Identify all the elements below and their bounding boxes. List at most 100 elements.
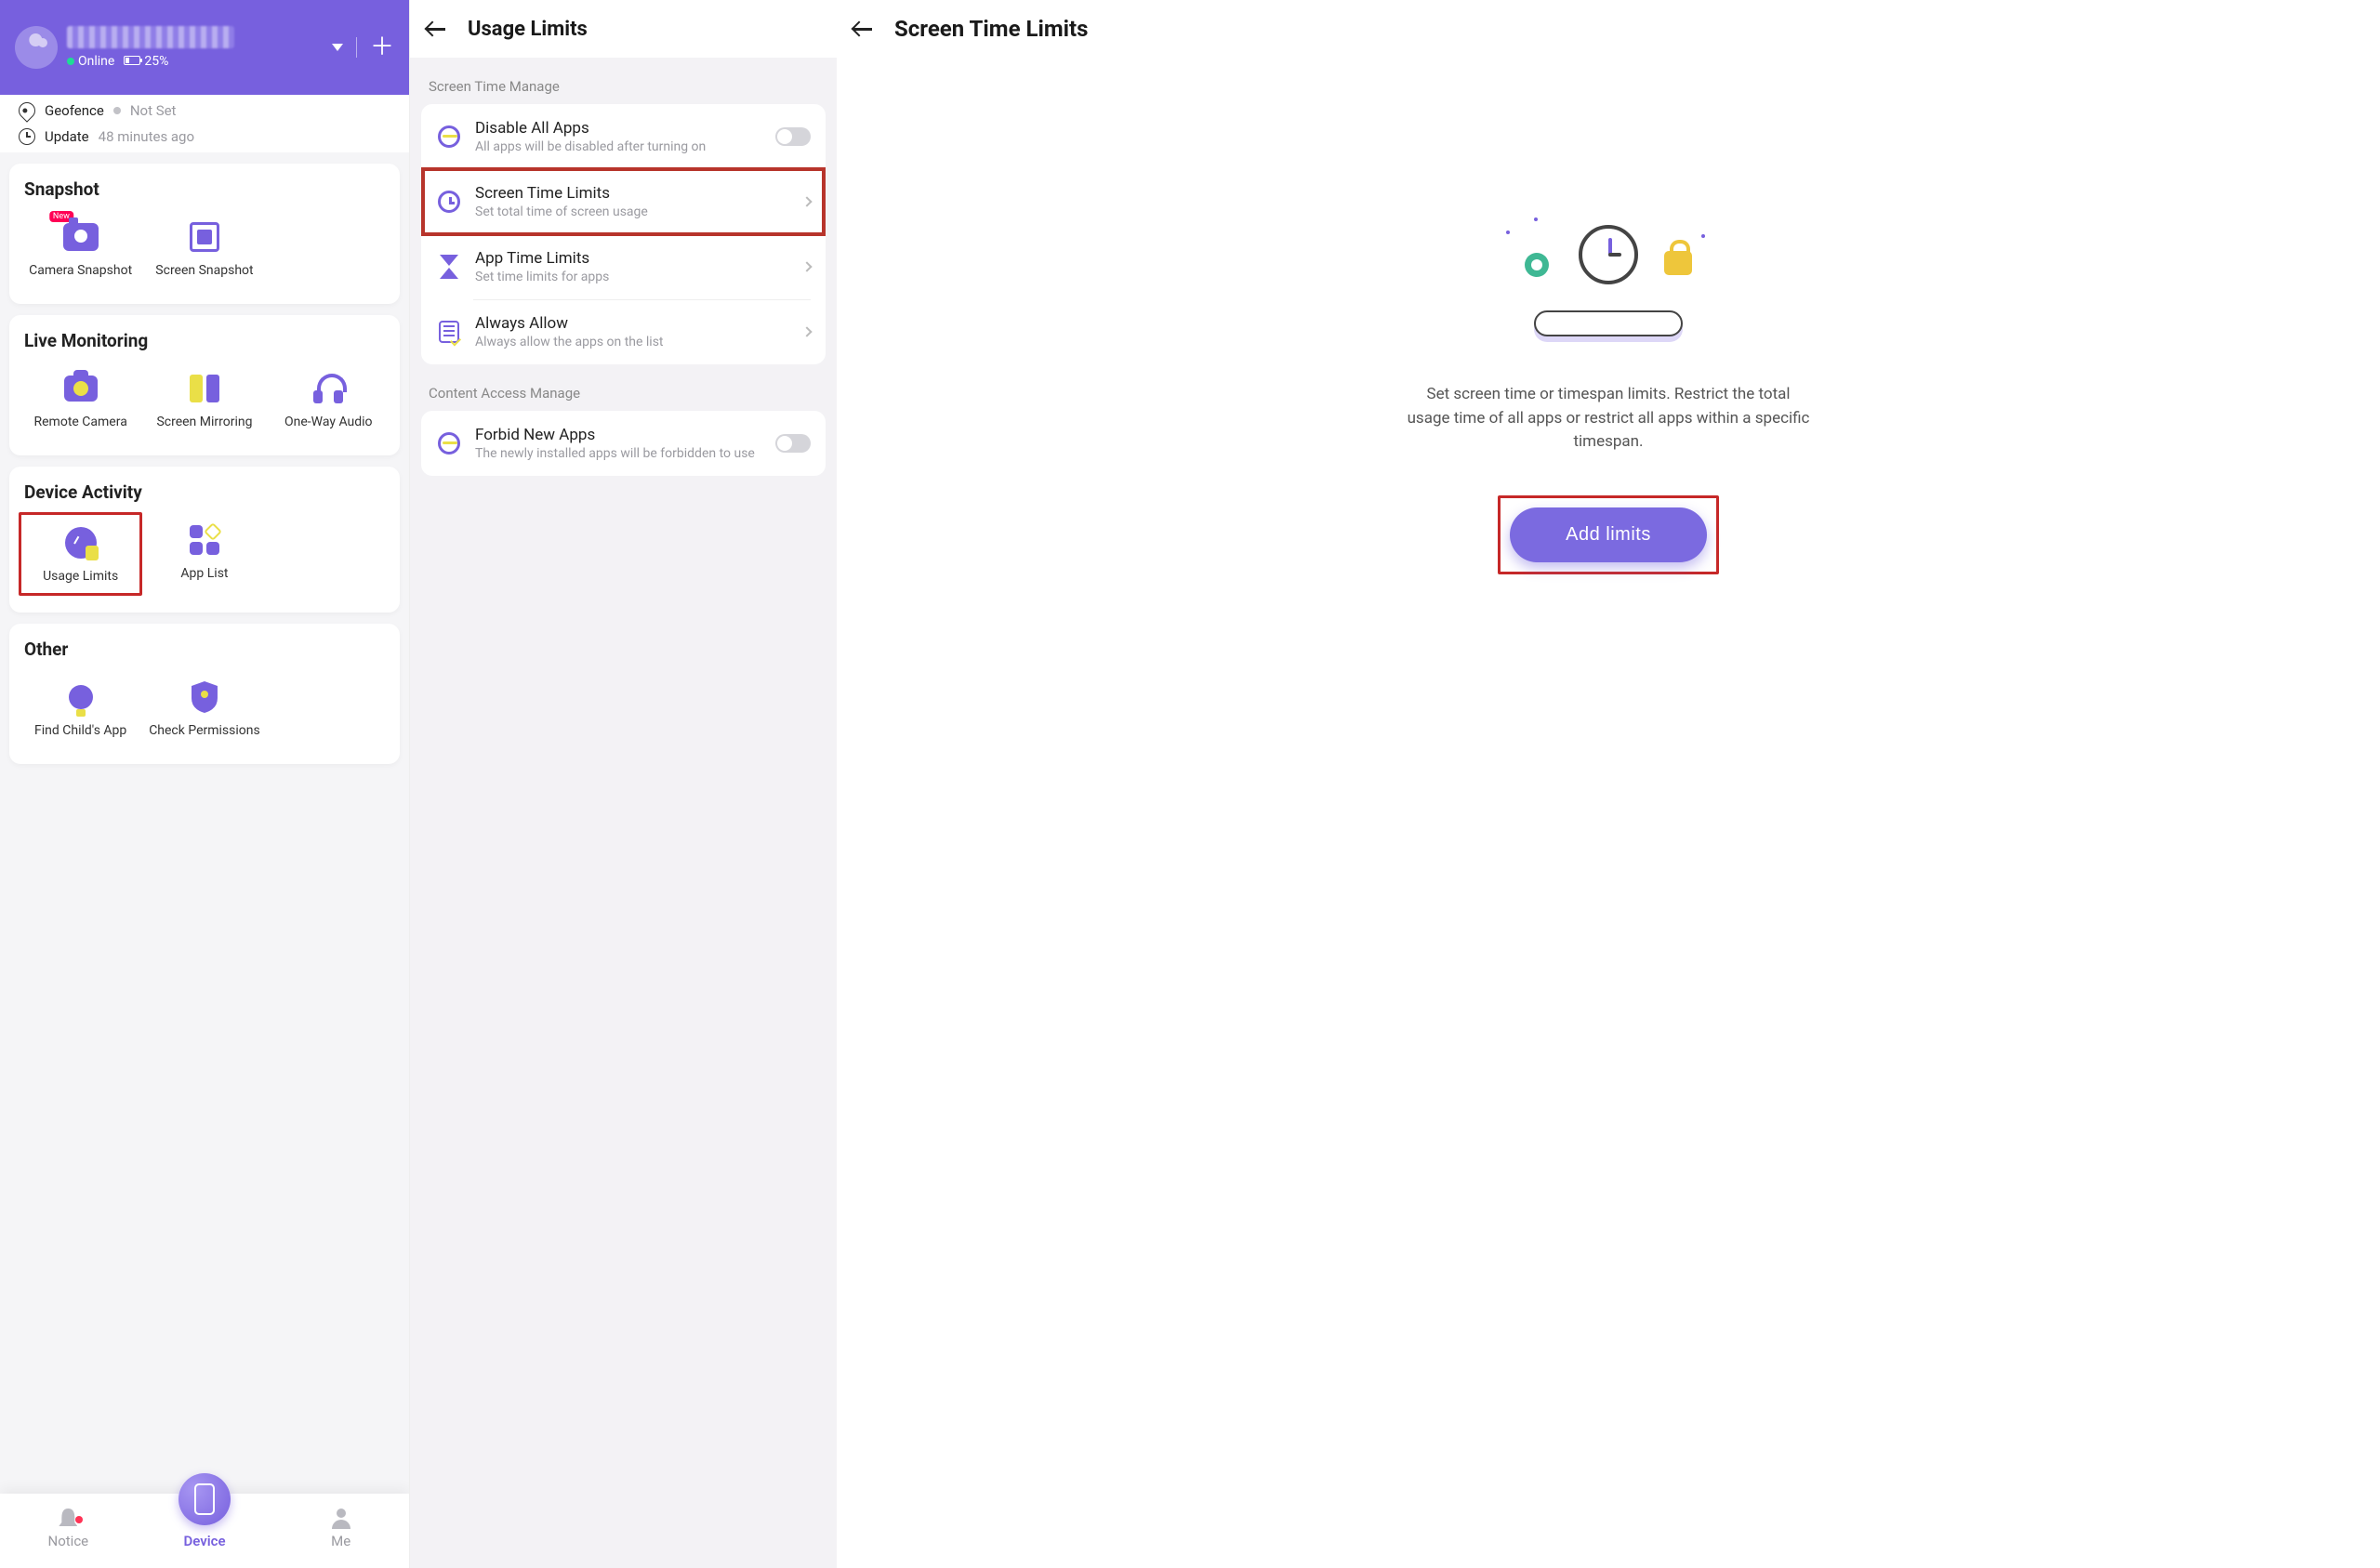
screen-mirroring-icon: [190, 375, 219, 402]
camera-snapshot-tile[interactable]: New Camera Snapshot: [19, 209, 142, 287]
snapshot-card: Snapshot New Camera Snapshot Screen Snap…: [9, 164, 400, 304]
always-allow-sub: Always allow the apps on the list: [475, 335, 803, 349]
nav-me-label: Me: [272, 1533, 409, 1549]
app-list-tile[interactable]: App List: [142, 512, 266, 596]
check-permissions-icon: [192, 681, 218, 713]
screen-mirroring-label: Screen Mirroring: [144, 415, 264, 429]
screen-snapshot-label: Screen Snapshot: [144, 263, 264, 278]
find-child-label: Find Child's App: [20, 723, 140, 738]
back-button[interactable]: [427, 19, 447, 39]
check-permissions-tile[interactable]: Check Permissions: [142, 669, 266, 747]
screen-snapshot-icon: [190, 222, 219, 252]
app-time-limits-icon: [440, 255, 458, 279]
geofence-value: Not Set: [130, 102, 177, 119]
gear-icon: [1525, 253, 1549, 277]
add-device-button[interactable]: ＋: [370, 38, 394, 57]
username-redacted: [67, 26, 234, 48]
back-button[interactable]: [853, 19, 874, 39]
usage-limits-pane: Usage Limits Screen Time Manage Disable …: [409, 0, 837, 1568]
screen-snapshot-tile[interactable]: Screen Snapshot: [142, 209, 266, 287]
person-icon: [332, 1509, 350, 1529]
screen-time-limits-icon: [438, 191, 460, 213]
find-child-icon: [69, 685, 93, 709]
status-dot-icon: [113, 107, 121, 114]
forbid-new-apps-title: Forbid New Apps: [475, 426, 775, 444]
always-allow-row[interactable]: Always Allow Always allow the apps on th…: [421, 299, 826, 364]
avatar[interactable]: [15, 26, 58, 69]
one-way-audio-icon: [313, 374, 343, 403]
geofence-label: Geofence: [45, 102, 104, 119]
content-access-card: Forbid New Apps The newly installed apps…: [421, 411, 826, 476]
update-value: 48 minutes ago: [99, 128, 194, 145]
device-activity-title: Device Activity: [24, 481, 385, 503]
forbid-new-apps-row[interactable]: Forbid New Apps The newly installed apps…: [421, 411, 826, 476]
disable-all-toggle[interactable]: [775, 127, 811, 146]
lock-icon: [1664, 251, 1692, 275]
usage-limits-icon: [65, 527, 97, 559]
nav-device-fab[interactable]: [178, 1473, 231, 1525]
content-access-section-label: Content Access Manage: [410, 364, 837, 411]
nav-notice-label: Notice: [0, 1533, 137, 1549]
app-time-limits-row[interactable]: App Time Limits Set time limits for apps: [421, 234, 826, 299]
screen-time-titlebar: Screen Time Limits: [837, 0, 2380, 58]
profile-header: Online 25% ＋: [0, 0, 409, 95]
live-monitoring-card: Live Monitoring Remote Camera Screen Mir…: [9, 315, 400, 455]
update-label: Update: [45, 128, 89, 145]
app-time-limits-title: App Time Limits: [475, 249, 803, 268]
chevron-right-icon: [801, 196, 812, 206]
other-title: Other: [24, 639, 385, 660]
screen-time-limits-pane: Screen Time Limits Set screen time or ti…: [837, 0, 2380, 1568]
notification-dot-icon: [75, 1516, 83, 1523]
add-limits-highlight: Add limits: [1498, 495, 1719, 574]
disable-all-apps-row[interactable]: Disable All Apps All apps will be disabl…: [421, 104, 826, 169]
remote-camera-icon: [64, 376, 98, 402]
device-dashboard-pane: Online 25% ＋ Geofence Not Set Update 48 …: [0, 0, 409, 1568]
snapshot-title: Snapshot: [24, 178, 385, 200]
forbid-new-apps-toggle[interactable]: [775, 434, 811, 453]
online-dot-icon: [67, 58, 74, 65]
other-card: Other Find Child's App Check Permissions: [9, 624, 400, 764]
geofence-row[interactable]: Geofence Not Set: [0, 95, 409, 126]
always-allow-title: Always Allow: [475, 314, 803, 333]
nav-device-label: Device: [137, 1533, 273, 1549]
usage-limits-label: Usage Limits: [23, 569, 138, 584]
empty-description: Set screen time or timespan limits. Rest…: [1404, 383, 1813, 455]
screen-time-manage-card: Disable All Apps All apps will be disabl…: [421, 104, 826, 364]
screen-time-section-label: Screen Time Manage: [410, 58, 837, 104]
check-permissions-label: Check Permissions: [144, 723, 264, 738]
camera-snapshot-label: Camera Snapshot: [20, 263, 140, 278]
screen-time-title: Screen Time Limits: [894, 16, 1088, 42]
always-allow-icon: [439, 321, 459, 343]
battery-icon: [124, 56, 140, 65]
forbid-new-apps-sub: The newly installed apps will be forbidd…: [475, 446, 775, 461]
nav-notice[interactable]: Notice: [0, 1494, 137, 1568]
screen-mirroring-tile[interactable]: Screen Mirroring: [142, 361, 266, 439]
one-way-audio-tile[interactable]: One-Way Audio: [267, 361, 390, 439]
app-list-label: App List: [144, 566, 264, 581]
live-title: Live Monitoring: [24, 330, 385, 351]
app-list-icon: [190, 525, 219, 555]
usage-limits-title: Usage Limits: [468, 18, 588, 41]
chevron-right-icon: [801, 326, 812, 336]
chevron-right-icon: [801, 261, 812, 271]
update-row[interactable]: Update 48 minutes ago: [0, 126, 409, 152]
remote-camera-tile[interactable]: Remote Camera: [19, 361, 142, 439]
usage-limits-tile[interactable]: Usage Limits: [19, 512, 142, 596]
app-time-limits-sub: Set time limits for apps: [475, 270, 803, 284]
camera-snapshot-icon: [63, 223, 99, 251]
profile-info: Online 25%: [67, 26, 234, 69]
stopwatch-icon: [1579, 225, 1638, 284]
remote-camera-label: Remote Camera: [20, 415, 140, 429]
nav-me[interactable]: Me: [272, 1494, 409, 1568]
forbid-new-apps-icon: [438, 432, 460, 455]
geofence-pin-icon: [15, 99, 38, 122]
add-limits-button[interactable]: Add limits: [1510, 507, 1707, 562]
empty-illustration: [1506, 225, 1711, 336]
screen-time-limits-sub: Set total time of screen usage: [475, 204, 803, 219]
empty-state: Set screen time or timespan limits. Rest…: [837, 58, 2380, 1568]
find-child-tile[interactable]: Find Child's App: [19, 669, 142, 747]
battery-status: 25%: [124, 54, 168, 69]
switch-device-dropdown-icon[interactable]: [332, 44, 343, 51]
usage-limits-titlebar: Usage Limits: [410, 0, 837, 58]
screen-time-limits-row[interactable]: Screen Time Limits Set total time of scr…: [421, 169, 826, 234]
